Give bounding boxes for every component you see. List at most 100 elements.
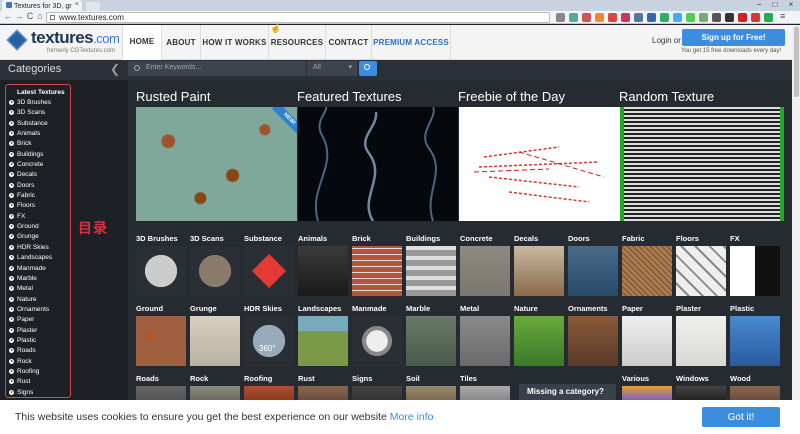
sidebar-item[interactable]: Ornaments xyxy=(9,304,71,314)
extension-icon[interactable] xyxy=(595,13,604,22)
texture-thumb-doors[interactable] xyxy=(568,246,618,296)
texture-thumb-windows[interactable] xyxy=(676,386,726,400)
signup-button[interactable]: Sign up for Free! xyxy=(682,29,785,46)
sidebar-item[interactable]: Roads xyxy=(9,346,71,356)
extension-icon[interactable] xyxy=(725,13,734,22)
texture-category-label[interactable]: Ornaments xyxy=(568,304,608,313)
extension-icon[interactable] xyxy=(764,13,773,22)
category-filter-select[interactable]: All ▾ xyxy=(307,61,357,76)
sidebar-item[interactable]: Floors xyxy=(9,201,71,211)
sidebar-item[interactable]: Paper xyxy=(9,315,71,325)
texture-thumb-concrete[interactable] xyxy=(460,246,510,296)
nav-about[interactable]: ABOUT xyxy=(161,25,200,60)
texture-category-label[interactable]: Rust xyxy=(298,374,315,383)
texture-thumb-ground[interactable] xyxy=(136,316,186,366)
sidebar-item[interactable]: 3D Brushes xyxy=(9,97,71,107)
texture-category-label[interactable]: Landscapes xyxy=(298,304,341,313)
sidebar-item[interactable]: Landscapes xyxy=(9,253,71,263)
texture-thumb-marble[interactable] xyxy=(406,316,456,366)
nav-contact[interactable]: CONTACT xyxy=(325,25,371,60)
sidebar-item[interactable]: Substance xyxy=(9,118,71,128)
sidebar-item[interactable]: Grunge xyxy=(9,232,71,242)
sidebar-item[interactable]: Rock xyxy=(9,356,71,366)
texture-thumb-ornaments[interactable] xyxy=(568,316,618,366)
more-info-link[interactable]: More info xyxy=(390,411,434,423)
texture-category-label[interactable]: Substance xyxy=(244,234,282,243)
search-button[interactable] xyxy=(359,61,377,76)
nav-how-it-works[interactable]: HOW IT WORKS xyxy=(200,25,268,60)
random-texture-image[interactable] xyxy=(620,107,784,221)
texture-thumb-rust[interactable] xyxy=(298,386,348,400)
featured-textures-image[interactable] xyxy=(298,106,458,222)
sidebar-item[interactable]: Manmade xyxy=(9,263,71,273)
texture-category-label[interactable]: Floors xyxy=(676,234,699,243)
freebie-image[interactable] xyxy=(459,107,620,221)
login-link[interactable]: Login or xyxy=(652,36,681,45)
texture-category-label[interactable]: Windows xyxy=(676,374,709,383)
extension-icon[interactable] xyxy=(647,13,656,22)
sidebar-item[interactable]: Signs xyxy=(9,387,71,397)
texture-thumb-buildings[interactable] xyxy=(406,246,456,296)
texture-thumb-wood[interactable] xyxy=(730,386,780,400)
extension-icon[interactable] xyxy=(660,13,669,22)
texture-category-label[interactable]: Buildings xyxy=(406,234,440,243)
texture-thumb-roofing[interactable] xyxy=(244,386,294,400)
texture-category-label[interactable]: Paper xyxy=(622,304,643,313)
extension-icon[interactable] xyxy=(686,13,695,22)
texture-category-label[interactable]: Tiles xyxy=(460,374,477,383)
menu-icon[interactable]: ≡ xyxy=(780,11,785,21)
texture-category-label[interactable]: Marble xyxy=(406,304,430,313)
extension-icon[interactable] xyxy=(608,13,617,22)
texture-thumb-fabric[interactable] xyxy=(622,246,672,296)
texture-thumb-decals[interactable] xyxy=(514,246,564,296)
texture-thumb-grunge[interactable] xyxy=(190,316,240,366)
texture-category-label[interactable]: Brick xyxy=(352,234,371,243)
extension-icon[interactable] xyxy=(569,13,578,22)
texture-category-label[interactable]: Nature xyxy=(514,304,538,313)
home-button[interactable]: ⌂ xyxy=(35,11,45,21)
extension-icon[interactable] xyxy=(621,13,630,22)
extension-icon[interactable] xyxy=(712,13,721,22)
texture-thumb-nature[interactable] xyxy=(514,316,564,366)
sidebar-item[interactable]: HDR Skies xyxy=(9,242,71,252)
texture-thumb-signs[interactable] xyxy=(352,386,402,400)
texture-thumb-soil[interactable] xyxy=(406,386,456,400)
texture-thumb-manmade[interactable] xyxy=(352,316,402,366)
texture-thumb-floors[interactable] xyxy=(676,246,726,296)
sidebar-item[interactable]: Plaster xyxy=(9,325,71,335)
texture-category-label[interactable]: Fabric xyxy=(622,234,645,243)
sidebar-item[interactable]: FX xyxy=(9,211,71,221)
minimize-button[interactable]: − xyxy=(752,0,766,9)
reload-button[interactable]: C xyxy=(25,11,35,21)
texture-thumb-brick[interactable] xyxy=(352,246,402,296)
texture-thumb-various[interactable] xyxy=(622,386,672,400)
texture-thumb-hdr-skies[interactable] xyxy=(244,316,294,366)
browser-tab[interactable]: Textures for 3D, gr × xyxy=(2,0,82,11)
sidebar-item[interactable]: Ground xyxy=(9,221,71,231)
extension-icon[interactable] xyxy=(634,13,643,22)
forward-button[interactable]: → xyxy=(14,11,24,21)
sidebar-item[interactable]: Fabric xyxy=(9,190,71,200)
extension-icon[interactable] xyxy=(556,13,565,22)
texture-category-label[interactable]: Wood xyxy=(730,374,751,383)
texture-category-label[interactable]: Doors xyxy=(568,234,590,243)
extension-icon[interactable] xyxy=(699,13,708,22)
texture-category-label[interactable]: HDR Skies xyxy=(244,304,282,313)
texture-category-label[interactable]: 3D Brushes xyxy=(136,234,178,243)
back-button[interactable]: ← xyxy=(3,11,13,21)
texture-category-label[interactable]: 3D Scans xyxy=(190,234,224,243)
texture-category-label[interactable]: Concrete xyxy=(460,234,493,243)
texture-thumb-plaster[interactable] xyxy=(676,316,726,366)
texture-category-label[interactable]: Rock xyxy=(190,374,208,383)
texture-category-label[interactable]: Manmade xyxy=(352,304,387,313)
maximize-button[interactable]: □ xyxy=(768,0,782,9)
collapse-chevron-icon[interactable]: ❮ xyxy=(110,62,120,76)
sidebar-item[interactable]: 3D Scans xyxy=(9,108,71,118)
address-bar[interactable]: www.textures.com xyxy=(46,12,550,23)
texture-category-label[interactable]: Plaster xyxy=(676,304,701,313)
texture-category-label[interactable]: FX xyxy=(730,234,740,243)
texture-category-label[interactable]: Decals xyxy=(514,234,538,243)
sidebar-item[interactable]: Metal xyxy=(9,284,71,294)
extension-icon[interactable] xyxy=(673,13,682,22)
texture-category-label[interactable]: Various xyxy=(622,374,649,383)
